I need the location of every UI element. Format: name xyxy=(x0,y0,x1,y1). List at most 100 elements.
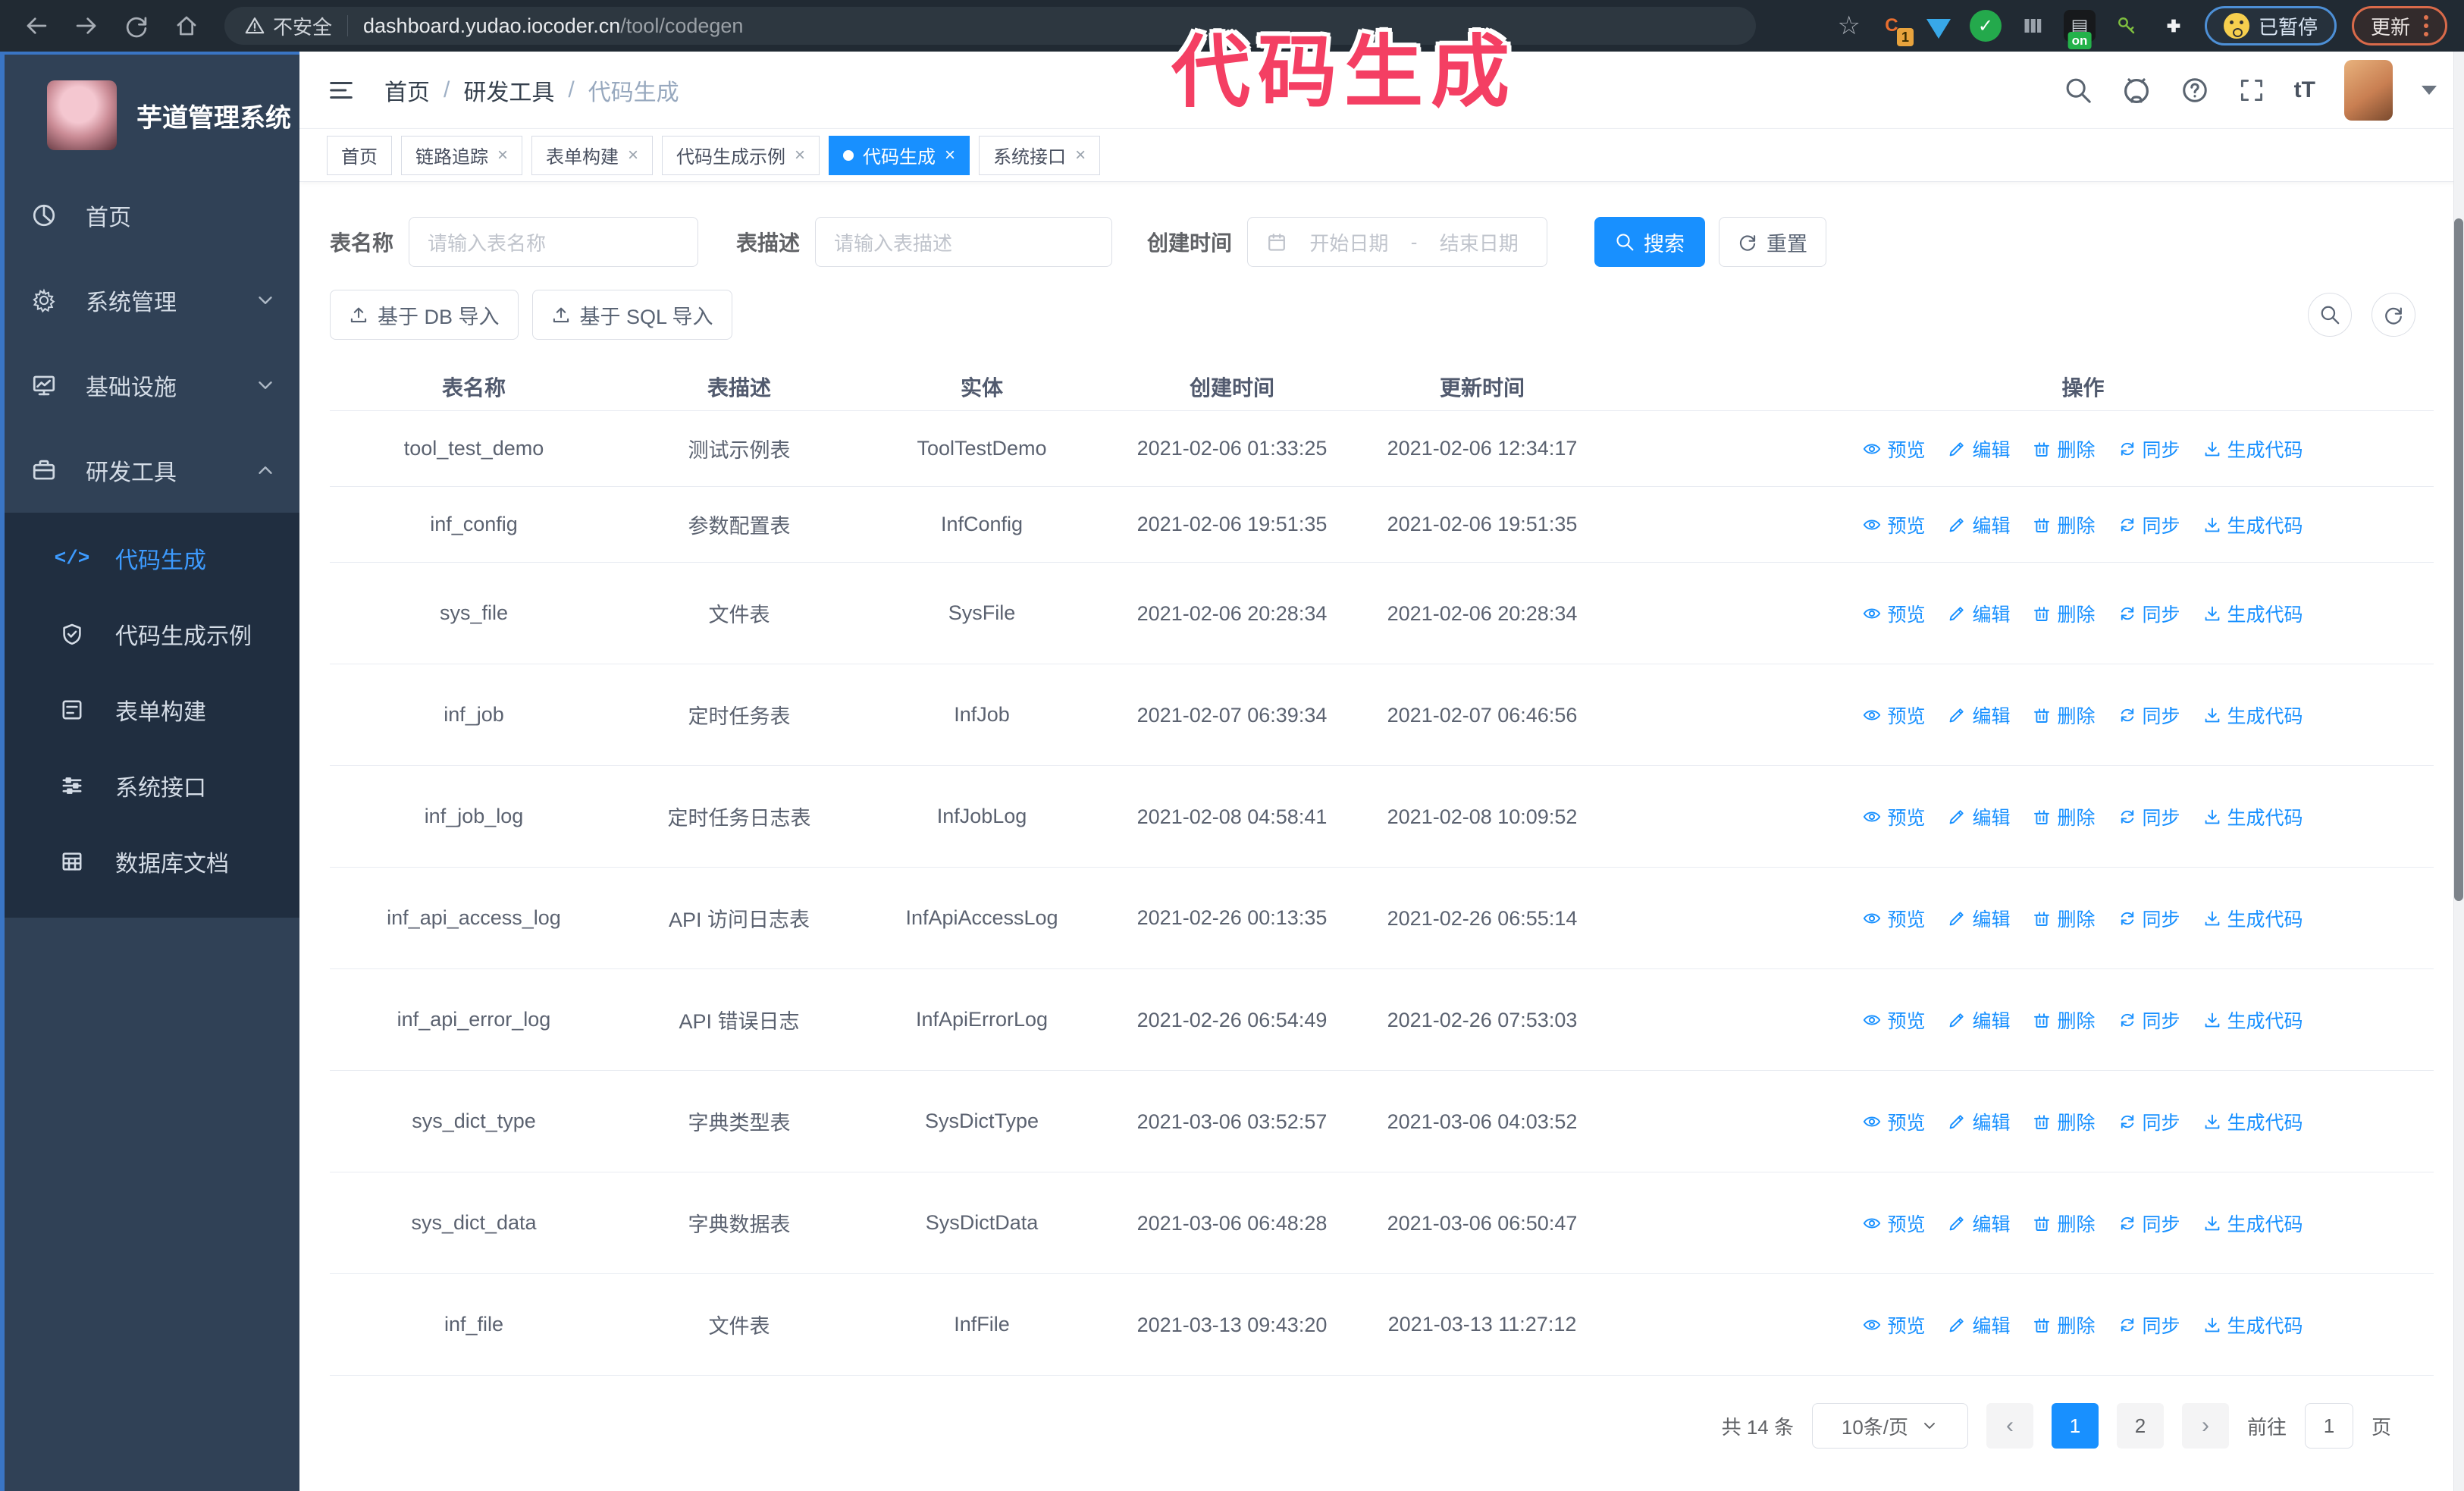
back-icon[interactable] xyxy=(17,6,56,46)
generate-code-link[interactable]: 生成代码 xyxy=(2203,1210,2303,1237)
sidebar-item-infra[interactable]: 基础设施 xyxy=(0,343,299,428)
sidebar-item-home[interactable]: 首页 xyxy=(0,173,299,258)
sync-link[interactable]: 同步 xyxy=(2118,1311,2180,1339)
forward-icon[interactable] xyxy=(67,6,106,46)
scrollbar-thumb[interactable] xyxy=(2454,218,2463,901)
sidebar-item-db-doc[interactable]: 数据库文档 xyxy=(0,824,299,899)
generate-code-link[interactable]: 生成代码 xyxy=(2203,600,2303,627)
extension-gem-icon[interactable] xyxy=(1923,10,1955,42)
tab-home[interactable]: 首页 xyxy=(327,135,392,175)
header-search-icon[interactable] xyxy=(2064,76,2093,105)
next-page-button[interactable]: › xyxy=(2181,1403,2229,1449)
preview-link[interactable]: 预览 xyxy=(1863,702,1925,729)
address-bar[interactable]: 不安全 dashboard.yudao.iocoder.cn/tool/code… xyxy=(224,7,1756,45)
delete-link[interactable]: 删除 xyxy=(2033,600,2096,627)
sync-link[interactable]: 同步 xyxy=(2118,600,2180,627)
goto-page-input[interactable] xyxy=(2304,1403,2353,1449)
preview-link[interactable]: 预览 xyxy=(1863,1210,1925,1237)
generate-code-link[interactable]: 生成代码 xyxy=(2203,1108,2303,1135)
edit-link[interactable]: 编辑 xyxy=(1948,1210,2010,1237)
generate-code-link[interactable]: 生成代码 xyxy=(2203,1311,2303,1339)
import-sql-button[interactable]: 基于 SQL 导入 xyxy=(531,290,732,340)
delete-link[interactable]: 删除 xyxy=(2033,1210,2096,1237)
tab-codegen-example[interactable]: 代码生成示例 × xyxy=(662,135,820,175)
browser-menu-icon[interactable] xyxy=(2424,15,2428,36)
sidebar-item-system-api[interactable]: 系统接口 xyxy=(0,748,299,824)
font-size-icon[interactable]: tT xyxy=(2294,77,2315,103)
table-name-input[interactable]: 请输入表名称 xyxy=(409,217,699,267)
generate-code-link[interactable]: 生成代码 xyxy=(2203,435,2303,463)
paused-badge[interactable]: 已暂停 xyxy=(2204,6,2337,46)
sync-link[interactable]: 同步 xyxy=(2118,1210,2180,1237)
generate-code-link[interactable]: 生成代码 xyxy=(2203,803,2303,830)
extension-dark-icon[interactable]: ▤ on xyxy=(2063,10,2096,49)
search-button[interactable]: 搜索 xyxy=(1594,217,1706,267)
edit-link[interactable]: 编辑 xyxy=(1948,435,2010,463)
preview-link[interactable]: 预览 xyxy=(1863,905,1925,932)
page-button-2[interactable]: 2 xyxy=(2116,1403,2164,1449)
close-icon[interactable]: × xyxy=(945,146,955,165)
reload-icon[interactable] xyxy=(117,6,156,46)
generate-code-link[interactable]: 生成代码 xyxy=(2203,905,2303,932)
app-logo-row[interactable]: 芋道管理系统 xyxy=(0,52,299,173)
edit-link[interactable]: 编辑 xyxy=(1948,600,2010,627)
sidebar-item-codegen-example[interactable]: 代码生成示例 xyxy=(0,596,299,672)
generate-code-link[interactable]: 生成代码 xyxy=(2203,511,2303,538)
collapse-sidebar-icon[interactable] xyxy=(327,76,356,105)
edit-link[interactable]: 编辑 xyxy=(1948,1006,2010,1034)
preview-link[interactable]: 预览 xyxy=(1863,1311,1925,1339)
sidebar-item-devtools[interactable]: 研发工具 xyxy=(0,428,299,513)
tab-system-api[interactable]: 系统接口 × xyxy=(979,135,1101,175)
page-button-1[interactable]: 1 xyxy=(2051,1403,2099,1449)
generate-code-link[interactable]: 生成代码 xyxy=(2203,1006,2303,1034)
sync-link[interactable]: 同步 xyxy=(2118,803,2180,830)
github-icon[interactable] xyxy=(2121,75,2152,105)
breadcrumb-group[interactable]: 研发工具 xyxy=(463,74,554,107)
close-icon[interactable]: × xyxy=(628,146,638,165)
tab-codegen[interactable]: 代码生成 × xyxy=(829,135,970,175)
extensions-puzzle-icon[interactable] xyxy=(2158,10,2190,42)
import-db-button[interactable]: 基于 DB 导入 xyxy=(330,290,519,340)
update-button[interactable]: 更新 xyxy=(2351,6,2447,46)
preview-link[interactable]: 预览 xyxy=(1863,1006,1925,1034)
refresh-table-button[interactable] xyxy=(2372,293,2415,337)
bookmark-star-icon[interactable]: ☆ xyxy=(1837,11,1860,41)
extension-check-icon[interactable]: ✓ xyxy=(1969,10,2002,42)
close-icon[interactable]: × xyxy=(497,146,508,165)
extension-columns-icon[interactable] xyxy=(2017,10,2049,42)
toggle-search-button[interactable] xyxy=(2308,293,2352,337)
delete-link[interactable]: 删除 xyxy=(2033,702,2096,729)
extension-c-icon[interactable]: C1 xyxy=(1876,10,1914,46)
sync-link[interactable]: 同步 xyxy=(2118,435,2180,463)
generate-code-link[interactable]: 生成代码 xyxy=(2203,702,2303,729)
sync-link[interactable]: 同步 xyxy=(2118,1108,2180,1135)
sync-link[interactable]: 同步 xyxy=(2118,1006,2180,1034)
user-menu-caret-icon[interactable] xyxy=(2422,85,2437,95)
edit-link[interactable]: 编辑 xyxy=(1948,1311,2010,1339)
edit-link[interactable]: 编辑 xyxy=(1948,803,2010,830)
page-size-select[interactable]: 10条/页 xyxy=(1811,1403,1968,1449)
reset-button[interactable]: 重置 xyxy=(1719,217,1827,267)
delete-link[interactable]: 删除 xyxy=(2033,905,2096,932)
delete-link[interactable]: 删除 xyxy=(2033,1006,2096,1034)
preview-link[interactable]: 预览 xyxy=(1863,511,1925,538)
preview-link[interactable]: 预览 xyxy=(1863,600,1925,627)
sync-link[interactable]: 同步 xyxy=(2118,702,2180,729)
fullscreen-icon[interactable] xyxy=(2238,77,2265,104)
edit-link[interactable]: 编辑 xyxy=(1948,905,2010,932)
prev-page-button[interactable]: ‹ xyxy=(1986,1403,2033,1449)
delete-link[interactable]: 删除 xyxy=(2033,1311,2096,1339)
tab-form-builder[interactable]: 表单构建 × xyxy=(531,135,654,175)
home-icon[interactable] xyxy=(167,6,206,46)
sidebar-item-system[interactable]: 系统管理 xyxy=(0,258,299,343)
table-desc-input[interactable]: 请输入表描述 xyxy=(815,217,1113,267)
delete-link[interactable]: 删除 xyxy=(2033,1108,2096,1135)
delete-link[interactable]: 删除 xyxy=(2033,511,2096,538)
close-icon[interactable]: × xyxy=(1075,146,1086,165)
scrollbar-track[interactable] xyxy=(2453,52,2464,1491)
edit-link[interactable]: 编辑 xyxy=(1948,511,2010,538)
sync-link[interactable]: 同步 xyxy=(2118,905,2180,932)
delete-link[interactable]: 删除 xyxy=(2033,803,2096,830)
sidebar-item-codegen[interactable]: </> 代码生成 xyxy=(0,520,299,596)
help-icon[interactable] xyxy=(2180,76,2209,105)
